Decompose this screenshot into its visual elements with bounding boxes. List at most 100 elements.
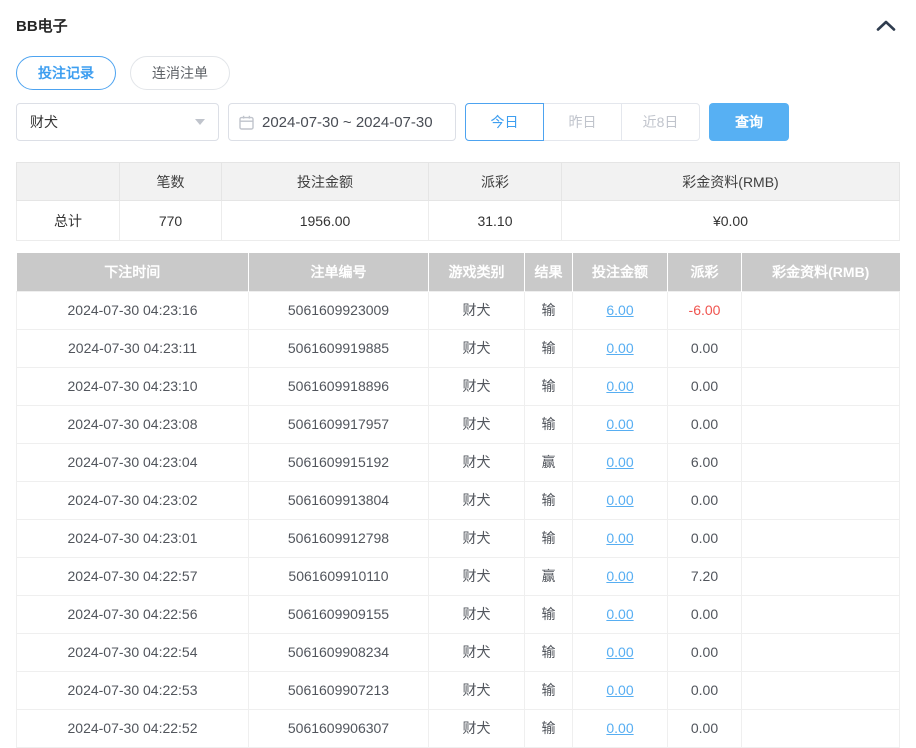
order-id-cell: 5061609909155: [249, 595, 429, 633]
total-bet-amount: 1956.00: [222, 201, 429, 241]
total-payout: 31.10: [429, 201, 562, 241]
quick-range-today-button[interactable]: 今日: [465, 103, 544, 141]
tab-bar: 投注记录 连消注单: [16, 56, 900, 90]
bonus-cell: [742, 481, 900, 519]
game-type-cell: 财犬: [429, 633, 525, 671]
panel-header: BB电子: [16, 0, 900, 37]
payout-cell: 0.00: [668, 329, 742, 367]
bet-time-cell: 2024-07-30 04:23:02: [17, 481, 249, 519]
table-row: 2024-07-30 04:23:025061609913804财犬输0.000…: [17, 481, 900, 519]
bonus-cell: [742, 671, 900, 709]
summary-header-payout: 派彩: [429, 163, 562, 201]
bet-time-cell: 2024-07-30 04:22:52: [17, 709, 249, 747]
bet-amount-link[interactable]: 0.00: [606, 340, 633, 356]
quick-range-8days-button[interactable]: 近8日: [621, 103, 700, 141]
bonus-cell: [742, 519, 900, 557]
bet-time-cell: 2024-07-30 04:22:57: [17, 557, 249, 595]
table-row: 2024-07-30 04:22:575061609910110财犬赢0.007…: [17, 557, 900, 595]
order-id-cell: 5061609917957: [249, 405, 429, 443]
bet-amount-cell: 0.00: [573, 329, 668, 367]
payout-cell: 0.00: [668, 709, 742, 747]
game-select[interactable]: 财犬: [16, 103, 219, 141]
bonus-cell: [742, 405, 900, 443]
detail-header-payout: 派彩: [668, 253, 742, 291]
payout-cell: 0.00: [668, 481, 742, 519]
table-row: 2024-07-30 04:22:535061609907213财犬输0.000…: [17, 671, 900, 709]
table-row: 2024-07-30 04:22:525061609906307财犬输0.000…: [17, 709, 900, 747]
game-type-cell: 财犬: [429, 329, 525, 367]
detail-header-result: 结果: [525, 253, 573, 291]
payout-cell: 0.00: [668, 595, 742, 633]
detail-header-bonus: 彩金资料(RMB): [742, 253, 900, 291]
bet-amount-link[interactable]: 0.00: [606, 606, 633, 622]
result-cell: 输: [525, 595, 573, 633]
bet-amount-cell: 0.00: [573, 671, 668, 709]
detail-header-order-id: 注单编号: [249, 253, 429, 291]
bet-amount-cell: 0.00: [573, 367, 668, 405]
bet-amount-link[interactable]: 0.00: [606, 682, 633, 698]
bet-time-cell: 2024-07-30 04:22:56: [17, 595, 249, 633]
search-button[interactable]: 查询: [709, 103, 789, 141]
bonus-cell: [742, 291, 900, 329]
total-label: 总计: [17, 201, 120, 241]
total-count: 770: [120, 201, 222, 241]
payout-cell: 0.00: [668, 633, 742, 671]
bet-amount-cell: 0.00: [573, 633, 668, 671]
bet-amount-link[interactable]: 0.00: [606, 416, 633, 432]
total-bonus: ¥0.00: [562, 201, 900, 241]
payout-cell: 0.00: [668, 367, 742, 405]
payout-cell: 6.00: [668, 443, 742, 481]
bet-amount-link[interactable]: 0.00: [606, 644, 633, 660]
collapse-button[interactable]: [872, 17, 900, 34]
summary-header-count: 笔数: [120, 163, 222, 201]
bet-time-cell: 2024-07-30 04:23:08: [17, 405, 249, 443]
detail-table-body: 2024-07-30 04:23:165061609923009财犬输6.00-…: [17, 291, 900, 747]
table-row: 2024-07-30 04:23:015061609912798财犬输0.000…: [17, 519, 900, 557]
bet-amount-link[interactable]: 0.00: [606, 454, 633, 470]
result-cell: 输: [525, 329, 573, 367]
bet-amount-link[interactable]: 0.00: [606, 378, 633, 394]
table-row: 2024-07-30 04:22:565061609909155财犬输0.000…: [17, 595, 900, 633]
date-range-input[interactable]: 2024-07-30 ~ 2024-07-30: [228, 103, 456, 141]
bet-amount-link[interactable]: 0.00: [606, 568, 633, 584]
result-cell: 输: [525, 633, 573, 671]
quick-range-group: 今日 昨日 近8日: [465, 103, 700, 141]
game-type-cell: 财犬: [429, 709, 525, 747]
table-row: 2024-07-30 04:23:085061609917957财犬输0.000…: [17, 405, 900, 443]
chevron-up-icon: [876, 20, 896, 35]
table-row: 2024-07-30 04:23:045061609915192财犬赢0.006…: [17, 443, 900, 481]
game-type-cell: 财犬: [429, 291, 525, 329]
game-type-cell: 财犬: [429, 405, 525, 443]
result-cell: 输: [525, 709, 573, 747]
order-id-cell: 5061609907213: [249, 671, 429, 709]
page-title: BB电子: [16, 15, 68, 36]
order-id-cell: 5061609910110: [249, 557, 429, 595]
tab-bet-records[interactable]: 投注记录: [16, 56, 116, 90]
summary-header-bonus: 彩金资料(RMB): [562, 163, 900, 201]
quick-range-yesterday-button[interactable]: 昨日: [543, 103, 622, 141]
summary-header-empty: [17, 163, 120, 201]
game-type-cell: 财犬: [429, 519, 525, 557]
tab-cancelled-orders[interactable]: 连消注单: [130, 56, 230, 90]
bonus-cell: [742, 595, 900, 633]
result-cell: 赢: [525, 557, 573, 595]
bet-amount-link[interactable]: 6.00: [606, 302, 633, 318]
bonus-cell: [742, 367, 900, 405]
bet-time-cell: 2024-07-30 04:22:53: [17, 671, 249, 709]
bonus-cell: [742, 443, 900, 481]
table-row: 2024-07-30 04:23:165061609923009财犬输6.00-…: [17, 291, 900, 329]
bet-amount-cell: 0.00: [573, 595, 668, 633]
game-type-cell: 财犬: [429, 557, 525, 595]
detail-table: 下注时间 注单编号 游戏类别 结果 投注金额 派彩 彩金资料(RMB) 2024…: [16, 253, 900, 748]
order-id-cell: 5061609908234: [249, 633, 429, 671]
bet-time-cell: 2024-07-30 04:23:11: [17, 329, 249, 367]
result-cell: 输: [525, 671, 573, 709]
game-select-value: 财犬: [30, 112, 58, 132]
bet-amount-link[interactable]: 0.00: [606, 530, 633, 546]
bet-amount-link[interactable]: 0.00: [606, 720, 633, 736]
bet-amount-link[interactable]: 0.00: [606, 492, 633, 508]
bet-amount-cell: 6.00: [573, 291, 668, 329]
detail-header-game-type: 游戏类别: [429, 253, 525, 291]
payout-cell: -6.00: [668, 291, 742, 329]
payout-cell: 0.00: [668, 671, 742, 709]
